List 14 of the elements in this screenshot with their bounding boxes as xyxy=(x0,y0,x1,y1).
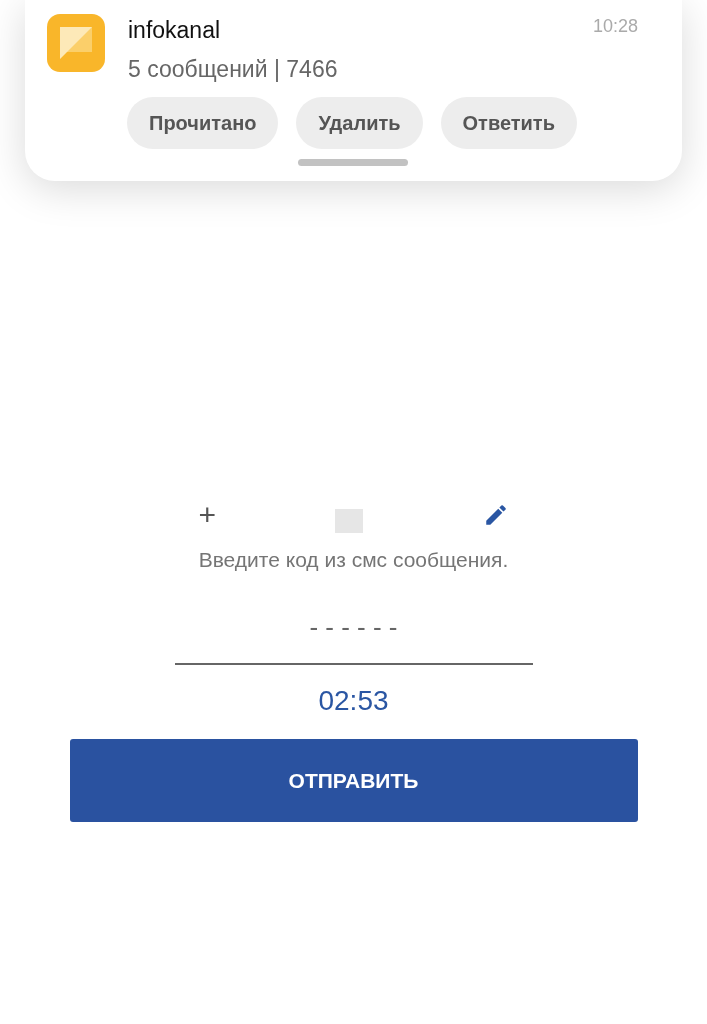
notification-action-button[interactable]: Удалить xyxy=(296,97,423,149)
notification-action-button[interactable]: Прочитано xyxy=(127,97,279,149)
redaction-block xyxy=(335,509,364,533)
drag-handle[interactable] xyxy=(298,159,408,166)
notification-card[interactable]: infokanal 5 сообщений | 7466 10:28 Прочитано Удалить Ответить xyxy=(25,0,682,181)
app-icon xyxy=(47,14,105,72)
instruction-text: Введите код из смс сообщения. xyxy=(198,548,509,572)
notification-time: 10:28 xyxy=(592,16,638,37)
notification-action-button[interactable]: Ответить xyxy=(440,97,577,149)
countdown-timer: 02:53 xyxy=(318,685,389,717)
notification-text: 5 сообщений | 7466 xyxy=(128,56,339,83)
app-name: infokanal xyxy=(128,17,222,44)
phone-prefix: + xyxy=(198,498,217,532)
submit-button[interactable]: ОТПРАВИТЬ xyxy=(69,739,638,822)
